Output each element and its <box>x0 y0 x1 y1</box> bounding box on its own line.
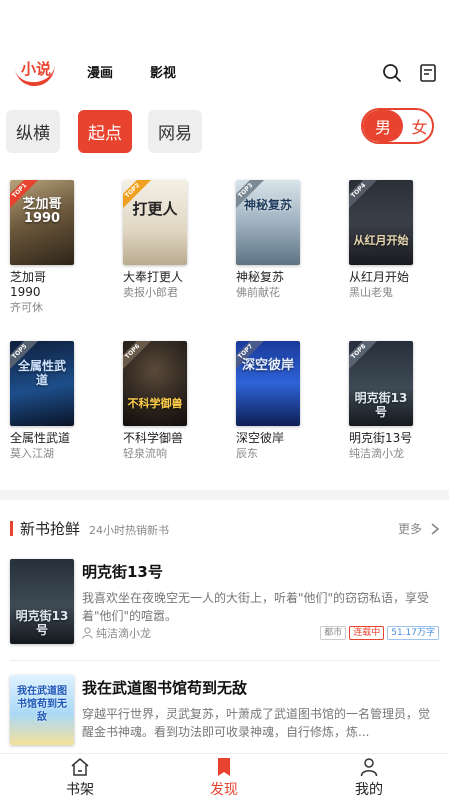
section-subtitle: 24小时热销新书 <box>89 524 169 537</box>
book-title: 神秘复苏 <box>236 270 285 284</box>
book-title: 明克街13号 <box>82 563 163 581</box>
top-navigation: 小说 漫画 影视 <box>0 52 449 92</box>
cover-title: 打更人 <box>132 200 178 218</box>
book-cover: TOP6 不科学御兽 <box>123 341 187 426</box>
user-icon <box>360 758 378 777</box>
word-count-tag: 51.17万字 <box>387 626 439 640</box>
source-zongheng-button[interactable]: 纵横 <box>6 110 60 153</box>
book-author: 卖报小郎君 <box>123 286 178 299</box>
book-title: 明克街13号 <box>349 431 413 445</box>
book-cover: TOP4 从红月开始 <box>349 180 413 265</box>
book-author: 佛前献花 <box>236 286 280 299</box>
gender-toggle[interactable]: 男 女 <box>361 108 434 144</box>
section-divider <box>0 490 449 500</box>
source-netease-button[interactable]: 网易 <box>148 110 202 153</box>
book-author: 轻泉流响 <box>123 447 167 460</box>
book-tags: 都市 连载中 51.17万字 <box>320 626 439 640</box>
book-cover: 明克街13号 <box>10 559 74 644</box>
cover-title: 明克街13号 <box>15 609 69 637</box>
book-author: 莫入江湖 <box>10 447 54 460</box>
book-author-name: 纯洁滴小龙 <box>96 627 151 640</box>
tab-mine[interactable]: 我的 <box>329 757 409 799</box>
bookmark-icon <box>218 758 230 776</box>
grid-book[interactable]: TOP5 全属性武道 全属性武道 莫入江湖 <box>10 341 80 461</box>
book-author: 纯洁滴小龙 <box>349 447 404 460</box>
gender-female-option[interactable]: 女 <box>405 110 432 142</box>
cover-title: 芝加哥1990 <box>22 197 62 226</box>
new-books-section-header: 新书抢鲜 24小时热销新书 更多 <box>0 516 449 542</box>
book-title: 深空彼岸 <box>236 431 285 445</box>
grid-book[interactable]: TOP3 神秘复苏 神秘复苏 佛前献花 <box>236 180 306 300</box>
tab-film[interactable]: 影视 <box>150 62 176 81</box>
tab-discover-label: 发现 <box>210 782 238 798</box>
home-icon <box>71 758 89 776</box>
book-title: 全属性武道 <box>10 431 71 445</box>
book-cover: TOP3 神秘复苏 <box>236 180 300 265</box>
book-description: 穿越平行世界，灵武复苏，叶萧成了武道图书馆的一名管理员，觉醒金书神魂。看到功法即… <box>82 707 431 739</box>
book-cover: TOP7 深空彼岸 <box>236 341 300 426</box>
section-title: 新书抢鲜 <box>20 520 81 538</box>
cover-title: 从红月开始 <box>353 234 409 247</box>
book-cover: TOP2 打更人 <box>123 180 187 265</box>
book-author: 纯洁滴小龙 <box>82 625 151 641</box>
cover-title: 全属性武道 <box>17 359 66 387</box>
cover-title: 明克街13号 <box>354 391 408 419</box>
cover-title: 神秘复苏 <box>243 198 292 212</box>
cover-title: 不科学御兽 <box>127 397 183 410</box>
book-title: 从红月开始 <box>349 270 410 284</box>
tab-bookshelf-label: 书架 <box>66 782 94 798</box>
user-icon <box>82 627 93 639</box>
tab-discover[interactable]: 发现 <box>184 757 264 799</box>
history-icon[interactable] <box>417 62 439 84</box>
book-title: 大奉打更人 <box>123 270 184 284</box>
book-author: 辰东 <box>236 447 258 460</box>
grid-book[interactable]: TOP1 芝加哥1990 芝加哥1990 齐可休 <box>10 180 80 315</box>
grid-book[interactable]: TOP4 从红月开始 从红月开始 黑山老鬼 <box>349 180 419 300</box>
book-author: 黑山老鬼 <box>349 286 393 299</box>
grid-book[interactable]: TOP8 明克街13号 明克街13号 纯洁滴小龙 <box>349 341 419 461</box>
book-description: 我喜欢坐在夜晚空无一人的大街上，听着"他们"的窃窃私语，享受着"他们"的喧嚣。 <box>82 591 430 623</box>
book-title: 我在武道图书馆苟到无敌 <box>82 679 248 697</box>
cover-title: 我在武道图书馆苟到无敌 <box>17 686 67 723</box>
search-icon[interactable] <box>381 62 403 84</box>
more-link[interactable]: 更多 <box>398 520 422 537</box>
rank-badge: TOP8 <box>349 341 380 373</box>
gender-male-option[interactable]: 男 <box>363 110 403 142</box>
book-author: 齐可休 <box>10 301 43 314</box>
cover-title: 深空彼岸 <box>241 358 294 373</box>
tab-mine-label: 我的 <box>355 782 383 798</box>
source-qidian-button[interactable]: 起点 <box>78 110 132 153</box>
tab-novel-label: 小说 <box>21 60 52 78</box>
tab-comics[interactable]: 漫画 <box>87 62 113 81</box>
status-tag: 连载中 <box>349 626 385 640</box>
book-cover: TOP8 明克街13号 <box>349 341 413 426</box>
list-divider <box>10 660 440 661</box>
book-cover: TOP1 芝加哥1990 <box>10 180 74 265</box>
section-accent-bar <box>10 521 13 536</box>
bottom-tab-bar: 书架 发现 我的 <box>0 753 449 803</box>
book-cover: TOP5 全属性武道 <box>10 341 74 426</box>
category-tag: 都市 <box>320 626 347 640</box>
rank-badge: TOP4 <box>349 180 380 212</box>
book-title: 不科学御兽 <box>123 431 184 445</box>
tab-bookshelf[interactable]: 书架 <box>40 757 120 799</box>
grid-book[interactable]: TOP2 打更人 大奉打更人 卖报小郎君 <box>123 180 193 300</box>
book-cover: 我在武道图书馆苟到无敌 <box>10 675 74 745</box>
grid-book[interactable]: TOP6 不科学御兽 不科学御兽 轻泉流响 <box>123 341 193 461</box>
tab-novel[interactable]: 小说 <box>14 56 60 89</box>
grid-book[interactable]: TOP7 深空彼岸 深空彼岸 辰东 <box>236 341 306 461</box>
book-title: 芝加哥1990 <box>10 270 47 299</box>
rank-badge: TOP6 <box>123 341 154 373</box>
chevron-right-icon[interactable] <box>429 522 441 536</box>
